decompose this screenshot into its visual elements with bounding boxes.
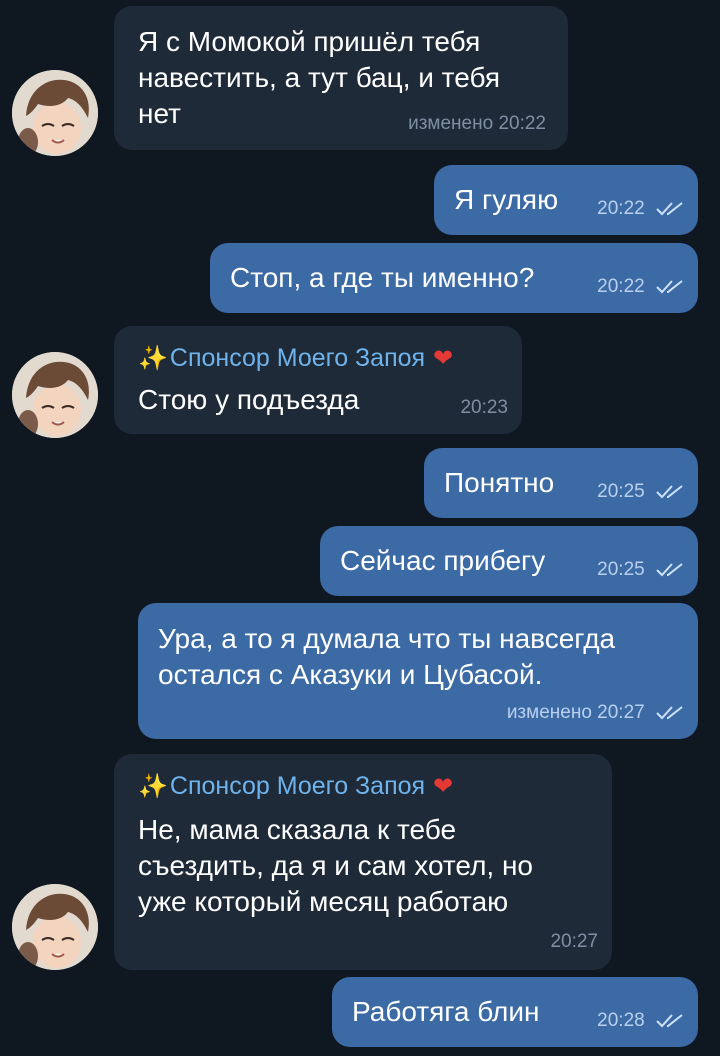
message-time: изменено 20:27 [506, 702, 645, 723]
message-time: изменено 20:22 [408, 113, 546, 134]
sender-name[interactable]: ✨Спонсор Моего Запоя ❤ [138, 768, 453, 805]
message-meta: 20:22 [597, 191, 684, 227]
message-bubble-outgoing[interactable]: Понятно 20:25 [424, 448, 698, 518]
avatar-image [12, 70, 98, 156]
message-bubble-outgoing[interactable]: Я гуляю 20:22 [434, 165, 698, 235]
message-bubble-outgoing[interactable]: Работяга блин 20:28 [332, 977, 698, 1047]
message-text: Понятно [444, 467, 555, 498]
message-text: Сейчас прибегу [340, 545, 546, 576]
message-meta: изменено 20:22 [408, 106, 546, 142]
message-text: Работяга блин [352, 996, 540, 1027]
message-bubble-outgoing[interactable]: Стоп, а где ты именно? 20:22 [210, 243, 698, 313]
message-bubble-incoming[interactable]: ✨Спонсор Моего Запоя ❤ Стою у подъезда 20… [114, 326, 522, 434]
message-time: 20:23 [460, 397, 508, 418]
sparkles-icon: ✨ [138, 345, 168, 372]
double-check-icon [656, 706, 683, 720]
sender-name-text: Спонсор Моего Запоя [169, 772, 426, 800]
message-text: Ура, а то я думала что ты навсегда остал… [158, 623, 616, 690]
double-check-icon [656, 280, 683, 294]
message-meta: 20:28 [597, 1003, 684, 1039]
message-meta: изменено 20:27 [507, 695, 684, 731]
avatar[interactable] [12, 70, 98, 156]
message-time: 20:22 [597, 198, 645, 219]
message-time: 20:25 [597, 481, 645, 502]
double-check-icon [656, 1014, 683, 1028]
message-bubble-outgoing[interactable]: Сейчас прибегу 20:25 [320, 526, 698, 596]
sparkles-icon: ✨ [138, 773, 168, 800]
heart-icon: ❤ [433, 345, 454, 372]
message-text: Стоп, а где ты именно? [230, 262, 535, 293]
message-time: 20:27 [550, 931, 598, 952]
message-bubble-incoming[interactable]: ✨Спонсор Моего Запоя ❤ Не, мама сказала к… [114, 754, 612, 970]
message-meta: 20:22 [597, 269, 684, 305]
message-text: Не, мама сказала к тебе съездить, да я и… [138, 814, 534, 917]
double-check-icon [656, 202, 683, 216]
sender-name[interactable]: ✨Спонсор Моего Запоя ❤ [138, 340, 453, 377]
message-bubble-outgoing[interactable]: Ура, а то я думала что ты навсегда остал… [138, 603, 698, 739]
avatar[interactable] [12, 884, 98, 970]
sender-name-text: Спонсор Моего Запоя [169, 344, 426, 372]
message-time: 20:28 [597, 1010, 645, 1031]
message-meta: 20:25 [597, 474, 684, 510]
message-meta: 20:23 [460, 390, 508, 426]
message-text: Я гуляю [454, 184, 559, 215]
heart-icon: ❤ [433, 773, 454, 800]
message-bubble-incoming[interactable]: Я с Момокой пришёл тебя навестить, а тут… [114, 6, 568, 150]
message-time: 20:25 [597, 559, 645, 580]
double-check-icon [656, 563, 683, 577]
avatar[interactable] [12, 352, 98, 438]
double-check-icon [656, 485, 683, 499]
avatar-image [12, 884, 98, 970]
message-meta: 20:27 [550, 924, 598, 960]
message-time: 20:22 [597, 276, 645, 297]
message-meta: 20:25 [597, 552, 684, 588]
message-text: Стою у подъезда [138, 384, 360, 415]
avatar-image [12, 352, 98, 438]
